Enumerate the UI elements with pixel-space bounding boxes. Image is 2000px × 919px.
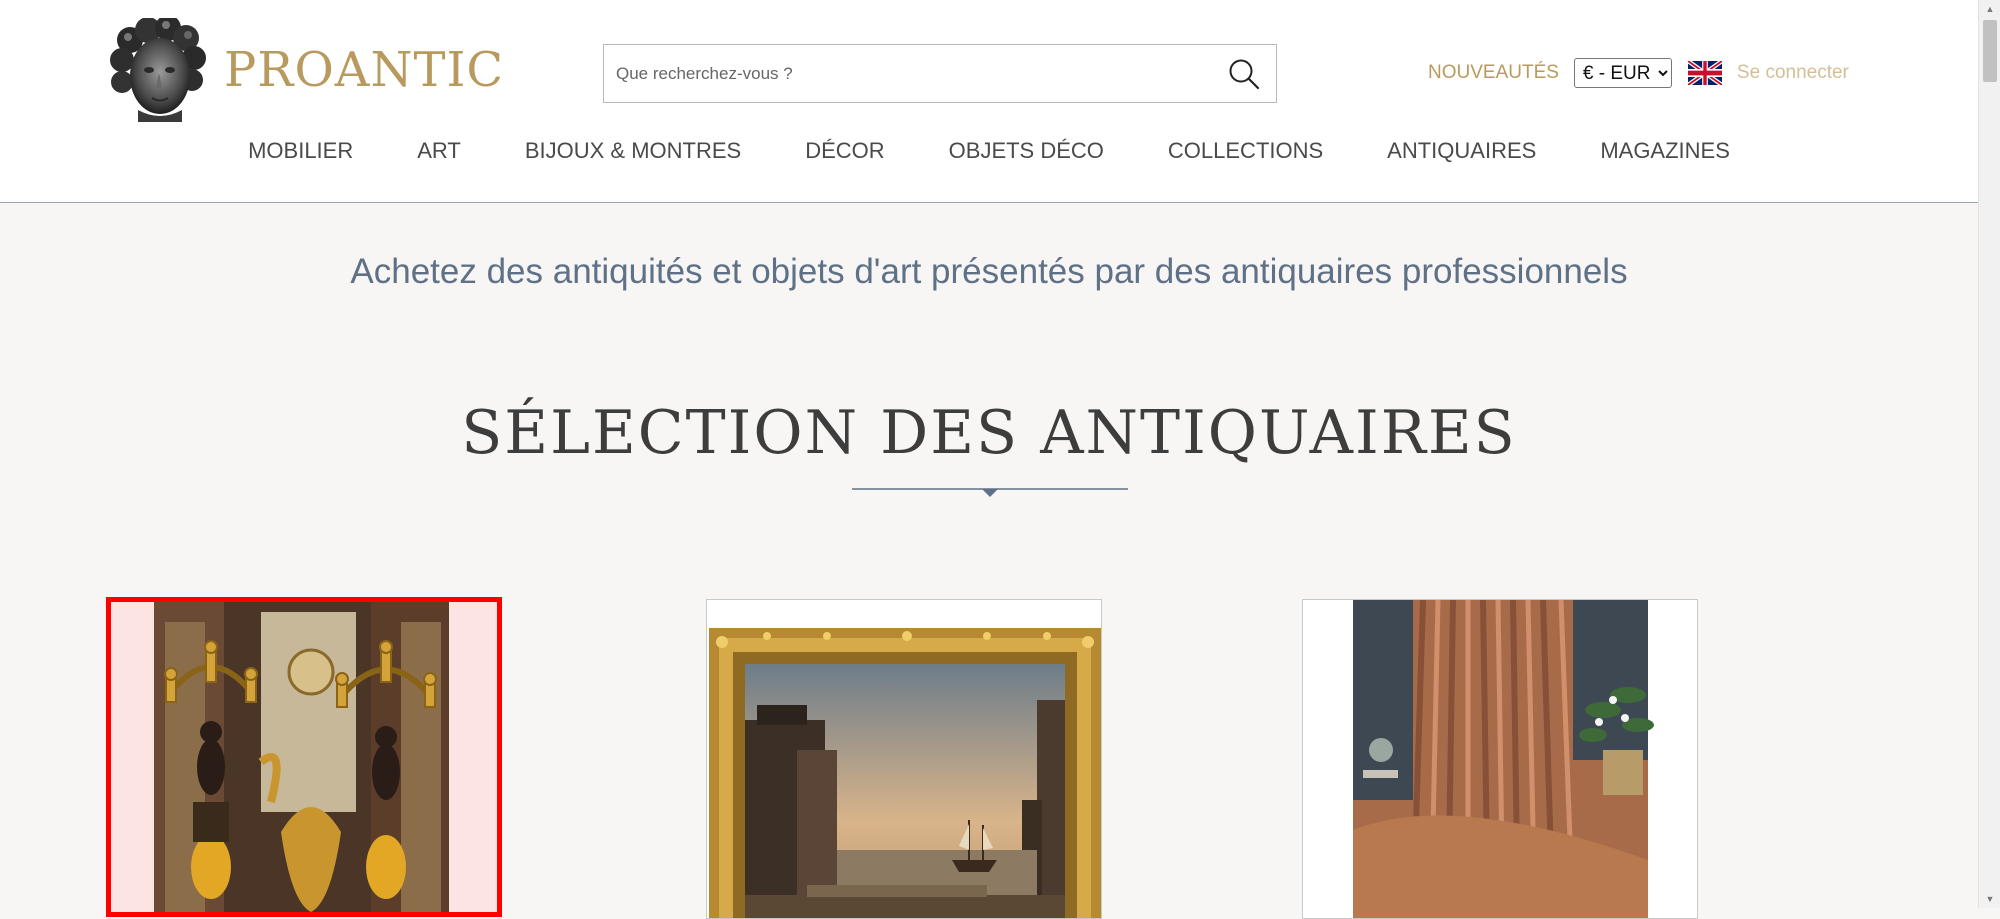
harbour-painting-image bbox=[707, 600, 1101, 918]
currency-select[interactable]: € - EUR bbox=[1573, 58, 1672, 88]
product-card-painting[interactable] bbox=[706, 599, 1102, 919]
nav-item-bijoux-montres[interactable]: BIJOUX & MONTRES bbox=[525, 138, 741, 164]
page-scrollbar[interactable]: ▲ ▼ bbox=[1978, 0, 2000, 908]
search-button[interactable] bbox=[1212, 45, 1276, 102]
site-header: PROANTIC NOUVEAUTÉS € - EUR Se connecter… bbox=[0, 0, 1978, 203]
main-nav: MOBILIER ART BIJOUX & MONTRES DÉCOR OBJE… bbox=[0, 138, 1978, 164]
nav-item-collections[interactable]: COLLECTIONS bbox=[1168, 138, 1323, 164]
scrollbar-thumb[interactable] bbox=[1983, 20, 1997, 82]
nav-item-antiquaires[interactable]: ANTIQUAIRES bbox=[1387, 138, 1536, 164]
site-logo[interactable]: PROANTIC bbox=[108, 18, 504, 122]
login-link[interactable]: Se connecter bbox=[1737, 62, 1849, 84]
nav-item-mobilier[interactable]: MOBILIER bbox=[248, 138, 353, 164]
nouveautes-link[interactable]: NOUVEAUTÉS bbox=[1428, 62, 1559, 84]
logo-bust-icon bbox=[110, 18, 206, 122]
search-input[interactable] bbox=[604, 45, 1212, 102]
tagline: Achetez des antiquités et objets d'art p… bbox=[350, 252, 1628, 291]
product-card-candelabra[interactable] bbox=[106, 597, 502, 917]
scroll-down-arrow-icon[interactable]: ▼ bbox=[1979, 890, 2000, 908]
product-card-curtains[interactable] bbox=[1302, 599, 1698, 919]
search-icon bbox=[1229, 59, 1260, 89]
title-divider bbox=[852, 488, 1128, 497]
logo-text: PROANTIC bbox=[224, 42, 505, 98]
nav-item-magazines[interactable]: MAGAZINES bbox=[1600, 138, 1730, 164]
nav-item-decor[interactable]: DÉCOR bbox=[805, 138, 884, 164]
silk-curtains-image bbox=[1303, 600, 1697, 918]
header-actions: NOUVEAUTÉS € - EUR Se connecter bbox=[1428, 56, 1849, 90]
scroll-up-arrow-icon[interactable]: ▲ bbox=[1979, 0, 2000, 18]
nav-item-art[interactable]: ART bbox=[417, 138, 461, 164]
section-title: SÉLECTION DES ANTIQUAIRES bbox=[461, 398, 1517, 468]
candelabra-image bbox=[111, 602, 497, 912]
uk-flag-icon[interactable] bbox=[1687, 61, 1722, 85]
search-box bbox=[603, 44, 1277, 103]
nav-item-objets-deco[interactable]: OBJETS DÉCO bbox=[949, 138, 1104, 164]
